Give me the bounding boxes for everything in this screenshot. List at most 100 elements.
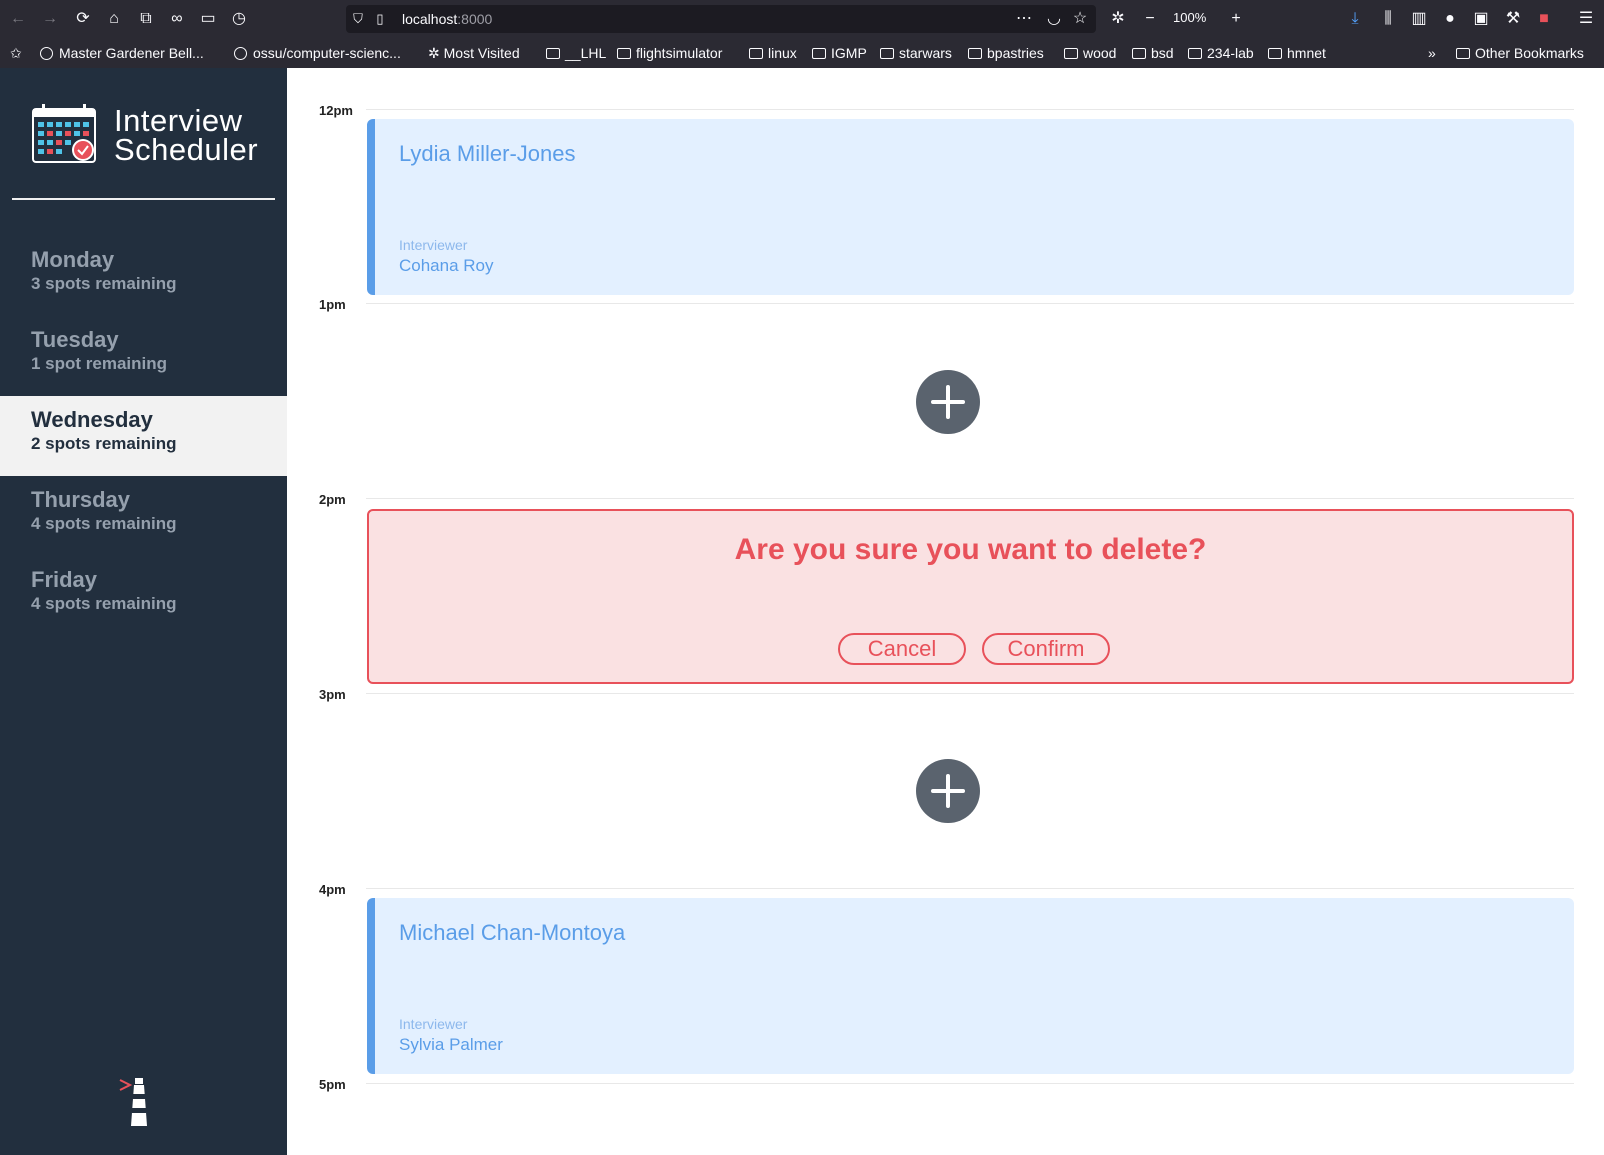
history-icon[interactable]: ◷	[229, 9, 249, 29]
day-spots: 4 spots remaining	[31, 514, 177, 533]
browser-toolbar: ← → ⟳ ⌂ ⧉ ∞ ▭ ◷ ⛉ ▯ localhost:8000 ⋯ ◡ ☆…	[0, 0, 1604, 38]
bookmark-folder[interactable]: Other Bookmarks	[1456, 45, 1584, 61]
folder-icon	[968, 48, 982, 59]
day-spots: 3 spots remaining	[31, 274, 177, 293]
folder-icon	[749, 48, 763, 59]
add-appointment-button[interactable]	[916, 759, 980, 823]
zoom-in-icon[interactable]: +	[1226, 9, 1246, 29]
page-icon: ▯	[376, 11, 384, 26]
day-name: Tuesday	[31, 327, 119, 352]
time-rule	[366, 498, 1574, 499]
bookmark-folder[interactable]: bpastries	[968, 45, 1044, 61]
add-appointment-button[interactable]	[916, 370, 980, 434]
chevron-right-icon[interactable]: »	[1428, 45, 1436, 61]
time-rule	[366, 888, 1574, 889]
day-item-friday[interactable]: Friday 4 spots remaining	[0, 556, 287, 636]
globe-icon	[234, 47, 247, 60]
time-rule	[366, 1083, 1574, 1084]
globe-icon	[40, 47, 53, 60]
page-actions-icon[interactable]: ⋯	[1014, 9, 1034, 29]
app-title-line2: Scheduler	[114, 132, 259, 167]
menu-icon[interactable]: ☰	[1576, 9, 1596, 29]
day-item-tuesday[interactable]: Tuesday 1 spot remaining	[0, 316, 287, 396]
appointment-card[interactable]: Michael Chan-Montoya Interviewer Sylvia …	[367, 898, 1574, 1074]
day-name: Monday	[31, 247, 115, 272]
day-spots: 4 spots remaining	[31, 594, 177, 613]
pocket-icon[interactable]: ◡	[1044, 9, 1064, 29]
app-title-line1: Interview	[114, 103, 243, 138]
folder-icon	[880, 48, 894, 59]
folder-icon	[1064, 48, 1078, 59]
home-icon[interactable]: ⌂	[104, 9, 124, 29]
url-text[interactable]: localhost:8000	[402, 11, 492, 27]
url-bar[interactable]: ⛉ ▯ localhost:8000 ⋯ ◡ ☆	[346, 5, 1096, 33]
bookmark-item[interactable]: Master Gardener Bell...	[40, 45, 204, 61]
forward-icon[interactable]: →	[40, 9, 60, 29]
sidebar: Interview Scheduler Monday 3 spots remai…	[0, 68, 287, 1155]
shield-icon[interactable]: ⛉	[348, 9, 368, 29]
extension-s-icon[interactable]: ●	[1440, 9, 1460, 29]
bookmark-folder[interactable]: linux	[749, 45, 797, 61]
folder-icon	[546, 48, 560, 59]
sidebar-separator	[12, 198, 275, 200]
day-name: Friday	[31, 567, 98, 592]
time-label: 12pm	[319, 103, 353, 118]
confirm-message: Are you sure you want to delete?	[734, 533, 1207, 566]
time-rule	[366, 109, 1574, 110]
bookmark-item[interactable]: ossu/computer-scienc...	[234, 45, 401, 61]
bookmark-folder[interactable]: starwars	[880, 45, 952, 61]
extension-icon[interactable]: ▣	[1471, 9, 1491, 29]
bookmark-item[interactable]: ✲ Most Visited	[428, 45, 520, 62]
bookmark-folder[interactable]: 234-lab	[1188, 45, 1254, 61]
bookmark-folder[interactable]: wood	[1064, 45, 1116, 61]
sync-tabs-icon[interactable]: ⧉	[136, 9, 156, 29]
delete-confirm-dialog: Are you sure you want to delete? Cancel …	[367, 509, 1574, 684]
bookmark-folder[interactable]: hmnet	[1268, 45, 1326, 61]
bookmark-folder[interactable]: bsd	[1132, 45, 1174, 61]
bookmark-folder[interactable]: IGMP	[812, 45, 867, 61]
bookmark-folder[interactable]: __LHL	[546, 45, 606, 61]
confirm-button[interactable]: Confirm	[982, 633, 1110, 665]
download-icon[interactable]: ⤓	[1345, 9, 1365, 29]
day-spots: 1 spot remaining	[31, 354, 168, 373]
time-label: 3pm	[319, 687, 346, 702]
wrench-icon[interactable]: ⚒	[1503, 9, 1523, 29]
interviewer-label: Interviewer	[399, 237, 468, 253]
app-title: Interview Scheduler	[114, 103, 259, 167]
interviewer-name: Sylvia Palmer	[399, 1035, 503, 1054]
zoom-out-icon[interactable]: −	[1140, 9, 1160, 29]
folder-icon	[1268, 48, 1282, 59]
time-label: 4pm	[319, 882, 346, 897]
bookmark-star-icon[interactable]: ✩	[10, 45, 22, 62]
day-item-thursday[interactable]: Thursday 4 spots remaining	[0, 476, 287, 556]
time-label: 2pm	[319, 492, 346, 507]
cancel-button[interactable]: Cancel	[838, 633, 966, 665]
student-name: Michael Chan-Montoya	[399, 920, 626, 945]
back-icon[interactable]: ←	[8, 9, 28, 29]
bookmarks-bar: ✩ Master Gardener Bell... ossu/computer-…	[0, 38, 1604, 68]
folder-icon	[812, 48, 826, 59]
student-name: Lydia Miller-Jones	[399, 141, 576, 166]
reload-icon[interactable]: ⟳	[73, 9, 93, 29]
settings-gear-icon[interactable]: ✲	[1108, 9, 1128, 29]
gear-icon: ✲	[428, 45, 444, 61]
folder-icon[interactable]: ▭	[198, 9, 218, 29]
time-label: 5pm	[319, 1077, 346, 1092]
folder-icon	[1132, 48, 1146, 59]
library-icon[interactable]: ⫼	[1378, 9, 1398, 29]
appointment-card[interactable]: Lydia Miller-Jones Interviewer Cohana Ro…	[367, 119, 1574, 295]
star-icon[interactable]: ☆	[1070, 9, 1090, 29]
lighthouse-logo-icon	[119, 1078, 147, 1126]
day-item-wednesday[interactable]: Wednesday 2 spots remaining	[0, 396, 287, 476]
folder-icon	[617, 48, 631, 59]
zoom-level[interactable]: 100%	[1173, 10, 1206, 25]
day-item-monday[interactable]: Monday 3 spots remaining	[0, 236, 287, 316]
time-rule	[366, 303, 1574, 304]
private-mask-icon[interactable]: ∞	[167, 9, 187, 29]
day-spots: 2 spots remaining	[31, 434, 177, 453]
bookmark-folder[interactable]: flightsimulator	[617, 45, 722, 61]
extension-red-icon[interactable]: ■	[1534, 9, 1554, 29]
day-name: Wednesday	[31, 407, 153, 432]
day-name: Thursday	[31, 487, 131, 512]
sidebar-toggle-icon[interactable]: ▥	[1409, 9, 1429, 29]
